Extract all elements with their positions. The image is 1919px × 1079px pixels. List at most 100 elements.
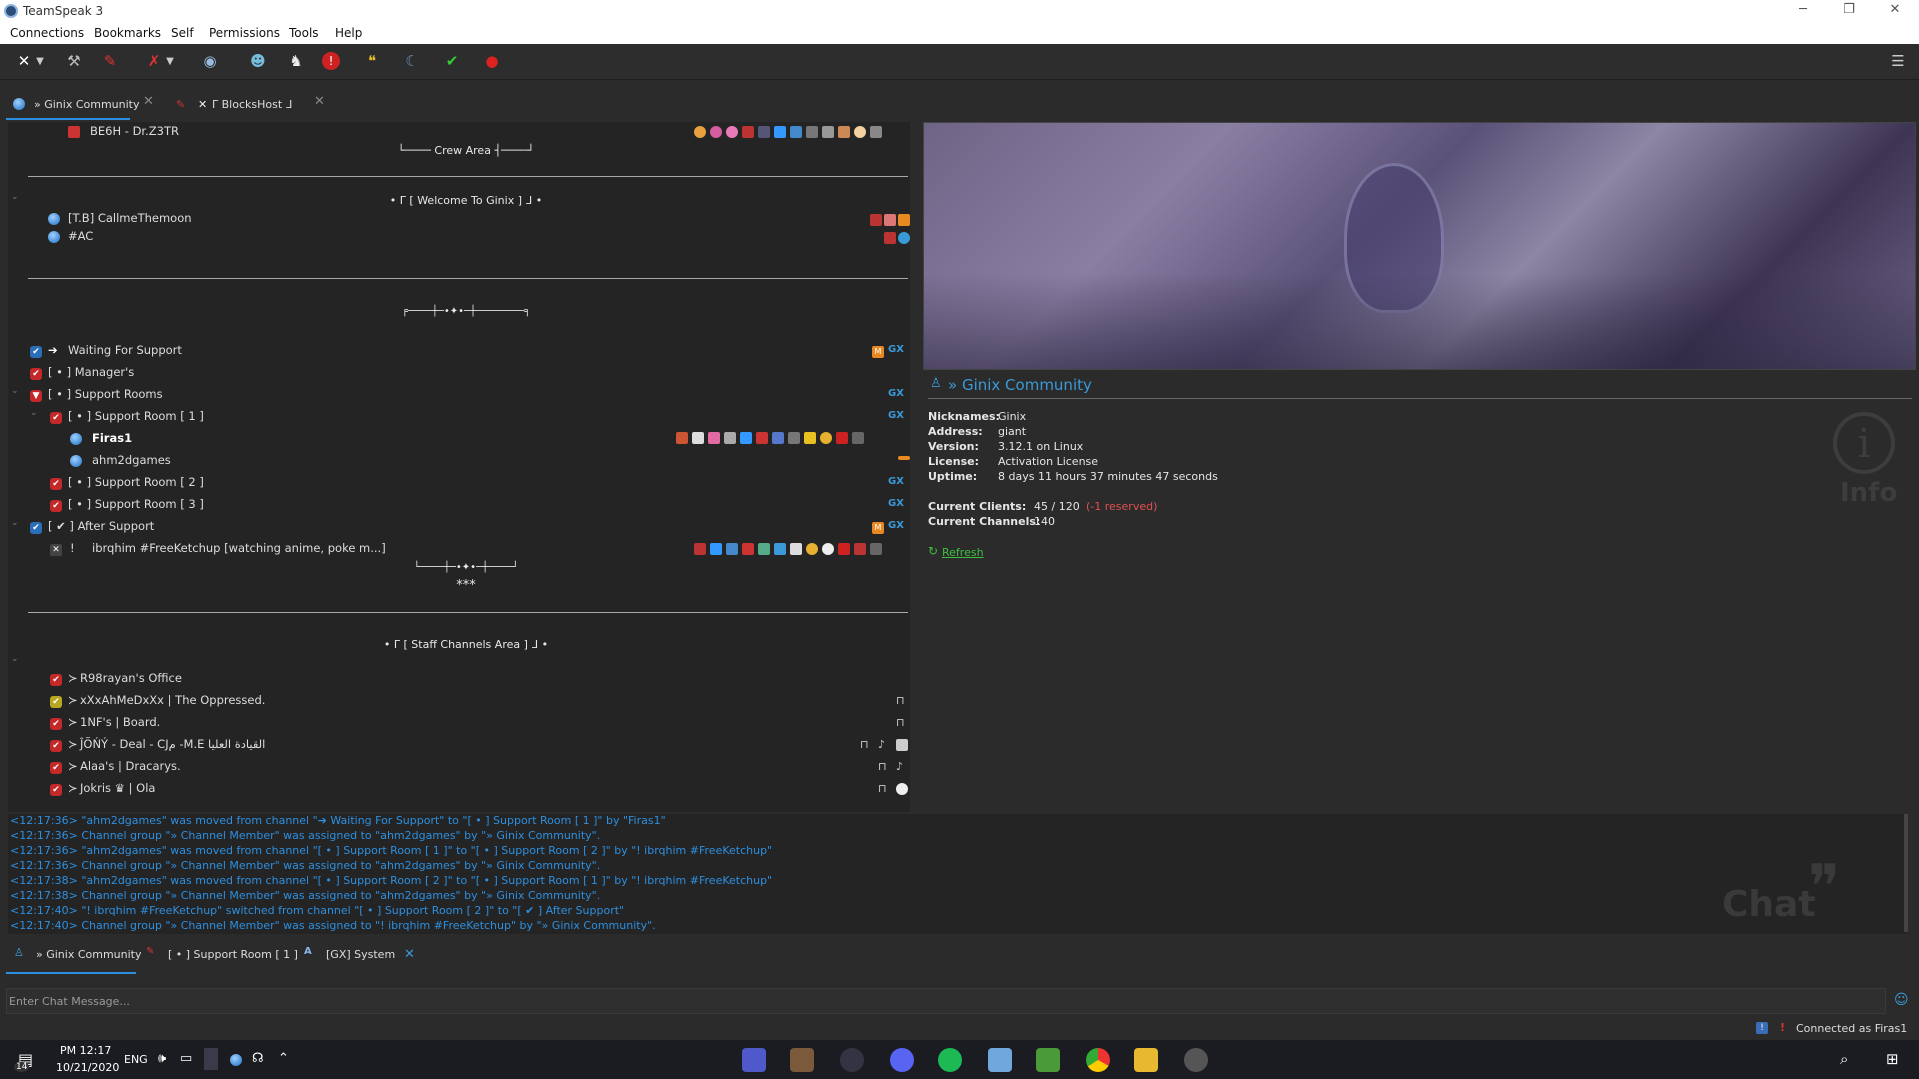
channel-icon: ✔ xyxy=(50,674,62,686)
language-indicator[interactable]: ENG xyxy=(124,1053,148,1066)
staff-area-spacer[interactable]: • ᒥ [ Staff Channels Area ] ᒧ • xyxy=(8,638,910,651)
menu-connections[interactable]: Connections xyxy=(10,26,84,40)
menu-help[interactable]: Help xyxy=(335,26,362,40)
client-badges xyxy=(694,543,910,557)
clock-time[interactable]: PM 12:17 xyxy=(60,1044,111,1057)
menu-bar: Connections Bookmarks Self Permissions T… xyxy=(0,22,1919,44)
record-icon[interactable]: ● xyxy=(480,49,504,73)
bookmark-icon[interactable]: ⚒ xyxy=(62,49,86,73)
client-name: #AC xyxy=(68,229,94,243)
channel-icon: ✔ xyxy=(50,740,62,752)
channels-label: Current Channels: xyxy=(928,515,1041,528)
gx-badge-icon: GX xyxy=(888,410,904,421)
client-name: BE6H - Dr.Z3TR xyxy=(90,124,179,138)
minimize-icon[interactable]: ─ xyxy=(1788,2,1818,20)
checkmark-icon[interactable]: ✔ xyxy=(440,49,464,73)
alert-icon[interactable]: ! xyxy=(322,52,340,70)
channel-label: [ • ] Manager's xyxy=(48,365,135,379)
teams-app-icon[interactable] xyxy=(742,1048,766,1072)
lock-icon: ⊓ xyxy=(860,738,869,751)
warning-icon[interactable]: ! xyxy=(1780,1021,1785,1034)
close-tab-icon[interactable]: ✕ xyxy=(314,94,325,109)
active-tab-indicator xyxy=(6,118,130,120)
teamspeak-app-icon[interactable] xyxy=(1184,1048,1208,1072)
sidebar-toggle-icon[interactable]: ☰ xyxy=(1886,49,1910,73)
divider xyxy=(928,398,1912,399)
expand-icon[interactable]: ⌄ xyxy=(11,654,19,664)
channel-icon xyxy=(896,783,908,795)
away-icon[interactable]: ☾ xyxy=(400,49,424,73)
pen-icon[interactable] xyxy=(204,1048,218,1070)
chat-bubbles-icon[interactable]: ❝ xyxy=(360,49,384,73)
channel-label: [ • ] Support Room [ 2 ] xyxy=(68,475,204,489)
chevron-down-icon[interactable]: ▼ xyxy=(34,49,46,73)
lock-icon: ⊓ xyxy=(896,716,905,729)
tab-ginix-community[interactable]: » Ginix Community xyxy=(34,92,140,118)
decorative-spacer[interactable]: ╒────┼─•✦•─┼────────╕ xyxy=(8,306,910,317)
menu-permissions[interactable]: Permissions xyxy=(209,26,280,40)
teamspeak-logo-icon xyxy=(4,4,18,18)
tab-blockshost[interactable]: ᒥ BlocksHost ᒧ xyxy=(212,92,292,118)
chat-input[interactable]: Enter Chat Message... xyxy=(6,988,1886,1014)
expand-icon[interactable]: ⌄ xyxy=(30,408,38,418)
crew-area-spacer[interactable]: └──── Crew Area ┤────┘ xyxy=(8,144,910,157)
channel-icon: ✔ xyxy=(50,762,62,774)
close-tab-icon[interactable]: ✕ xyxy=(143,94,154,109)
chevron-up-icon[interactable]: ⌃ xyxy=(278,1051,289,1066)
muted-icon xyxy=(884,214,896,226)
chat-tab-private[interactable]: [GX] System xyxy=(326,948,395,961)
music-icon: ♪ xyxy=(878,738,886,751)
discord-app-icon[interactable] xyxy=(890,1048,914,1072)
chat-scrollbar[interactable] xyxy=(1904,814,1908,932)
lock-icon: ⊓ xyxy=(896,694,905,707)
server-tabs: » Ginix Community ✕ ✎ ✕ ᒥ BlocksHost ᒧ ✕ xyxy=(0,88,920,120)
chrome-app-icon[interactable] xyxy=(1086,1048,1110,1072)
search-icon[interactable]: ⌕ xyxy=(1840,1050,1848,1068)
restore-icon[interactable]: ❐ xyxy=(1834,2,1864,20)
welcome-spacer[interactable]: • ᒥ [ Welcome To Ginix ] ᒧ • xyxy=(8,194,910,207)
news-icon[interactable]: ! xyxy=(1756,1022,1768,1034)
channel-tree: BE6H - Dr.Z3TR └──── Crew Area ┤────┘ ⌄ … xyxy=(8,122,910,812)
steam-app-icon[interactable] xyxy=(840,1048,864,1072)
windows-start-icon[interactable]: ⊞ xyxy=(1886,1050,1899,1068)
close-chat-tab-icon[interactable]: ✕ xyxy=(404,947,415,962)
emoji-icon[interactable]: ☺ xyxy=(1894,992,1909,1008)
expand-icon[interactable]: ⌄ xyxy=(11,386,19,396)
refresh-link[interactable]: Refresh xyxy=(942,546,984,559)
teamspeak-tray-icon[interactable] xyxy=(230,1054,242,1066)
headset-icon[interactable]: ☊ xyxy=(252,1051,264,1066)
decorative-spacer[interactable]: └────┼─•✦•─┼────┘ xyxy=(8,562,910,573)
network-icon[interactable]: ▭ xyxy=(180,1051,192,1066)
wolf-icon[interactable]: ♞ xyxy=(284,49,308,73)
chat-tab-server[interactable]: » Ginix Community xyxy=(36,948,142,961)
notes-app-icon[interactable] xyxy=(988,1048,1012,1072)
disconnect-icon[interactable]: ✕ xyxy=(12,49,36,73)
channel-icon: ✔ xyxy=(50,500,62,512)
channel-label: Waiting For Support xyxy=(68,343,182,357)
menu-tools[interactable]: Tools xyxy=(289,26,319,40)
mute-microphone-icon[interactable]: ✎ xyxy=(98,49,122,73)
channel-label: Jokris ♛ | Ola xyxy=(80,781,156,795)
chat-log-line: <12:17:36> "ahm2dgames" was moved from c… xyxy=(10,814,666,827)
spotify-app-icon[interactable] xyxy=(938,1048,962,1072)
mute-speakers-icon[interactable]: ✗ xyxy=(142,49,166,73)
file-explorer-icon[interactable] xyxy=(1134,1048,1158,1072)
volume-icon[interactable]: 🕪 xyxy=(158,1051,166,1066)
expand-icon[interactable]: ⌄ xyxy=(11,518,19,528)
menu-self[interactable]: Self xyxy=(171,26,194,40)
chevron-right-icon: ≻ xyxy=(68,693,78,707)
close-window-icon[interactable]: ✕ xyxy=(1880,2,1910,20)
menu-bookmarks[interactable]: Bookmarks xyxy=(94,26,161,40)
minecraft-launcher-icon[interactable] xyxy=(1036,1048,1060,1072)
channel-icon: ✔ xyxy=(50,412,62,424)
moderated-icon: M xyxy=(872,522,884,534)
subscribe-icon[interactable]: ◉ xyxy=(198,49,222,73)
chat-tab-channel[interactable]: [ • ] Support Room [ 1 ] xyxy=(168,948,298,961)
clock-date[interactable]: 10/21/2020 xyxy=(56,1061,119,1074)
private-chat-icon: A xyxy=(304,946,312,957)
chevron-down-icon[interactable]: ▼ xyxy=(164,49,176,73)
minecraft-app-icon[interactable] xyxy=(790,1048,814,1072)
stars-spacer[interactable]: *** xyxy=(8,578,910,593)
contacts-icon[interactable]: ☻ xyxy=(246,49,270,73)
music-icon: ♪ xyxy=(896,760,904,773)
